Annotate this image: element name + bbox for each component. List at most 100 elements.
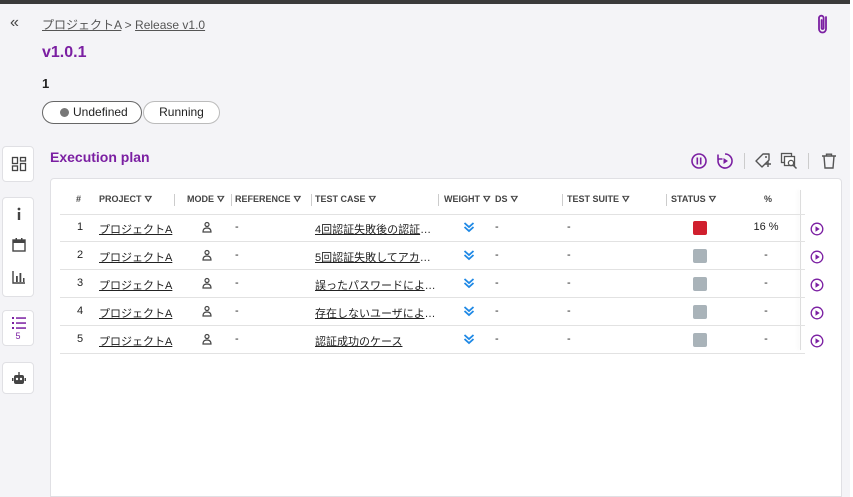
status-indicator [693,305,707,319]
row-ds: - [495,277,499,289]
manual-mode-icon [201,249,213,261]
calendar-icon[interactable] [11,237,27,253]
manual-mode-icon [201,277,213,289]
paperclip-icon[interactable] [813,12,833,36]
col-header-test-case[interactable]: TEST CASE ⛛ [315,194,376,205]
row-divider [60,297,805,298]
row-test-case-link[interactable]: 誤ったパスワードによる認証失敗のケース [315,277,441,293]
weight-low-icon [463,305,475,317]
col-header-project[interactable]: PROJECT ⛛ [99,194,152,205]
side-group-details [2,197,34,297]
row-divider [60,241,805,242]
run-icon[interactable] [810,306,824,320]
column-divider [438,194,439,206]
row-reference: - [235,221,239,233]
run-icon[interactable] [810,334,824,348]
dashboard-icon[interactable] [11,156,27,172]
weight-low-icon [463,221,475,233]
trash-icon[interactable] [820,152,838,170]
chip-label: Undefined [73,105,128,119]
col-header-test-suite[interactable]: TEST SUITE ⛛ [567,194,630,205]
row-number: 1 [77,221,84,233]
row-test-case-link[interactable]: 5回認証失敗してアカウントがロックされるケース [315,249,441,265]
row-test-case-link[interactable]: 存在しないユーザによる認証失敗のケース [315,305,441,321]
filter-icon[interactable]: ⛛ [511,194,519,205]
side-group-bot [2,362,34,394]
row-divider [60,325,805,326]
row-number: 3 [77,277,84,289]
weight-low-icon [463,277,475,289]
row-project-link[interactable]: プロジェクトA [99,249,172,265]
row-ds: - [495,305,499,317]
header-divider [60,214,805,215]
run-icon[interactable] [810,250,824,264]
col-header-ds[interactable]: DS ⛛ [495,194,518,205]
chip-label: Running [159,105,204,119]
bar-chart-icon[interactable] [11,269,27,285]
filter-icon[interactable]: ⛛ [483,194,491,205]
collapse-sidebar-icon[interactable]: « [10,15,19,31]
row-test-case-link[interactable]: 4回認証失敗後の認証成功のケース [315,221,441,237]
row-progress-percent: 16 % [753,221,779,233]
filter-icon[interactable]: ⛛ [294,194,302,205]
filter-icon[interactable]: ⛛ [369,194,377,205]
info-icon[interactable] [11,206,27,222]
column-divider [174,194,175,206]
replay-icon[interactable] [716,152,734,170]
col-header-mode[interactable]: MODE ⛛ [187,194,225,205]
manual-mode-icon [201,221,213,233]
row-number: 4 [77,305,84,317]
row-number: 5 [77,333,84,345]
breadcrumb-release-link[interactable]: Release v1.0 [135,18,205,32]
side-item-execution-plan[interactable]: 5 [2,310,34,346]
row-project-link[interactable]: プロジェクトA [99,333,172,349]
col-header-label: TEST CASE [315,194,366,204]
col-header-weight[interactable]: WEIGHT ⛛ [444,194,491,205]
filter-icon[interactable]: ⛛ [709,194,717,205]
manual-mode-icon [201,333,213,345]
row-divider [60,269,805,270]
filter-icon[interactable]: ⛛ [622,194,630,205]
pause-icon[interactable] [690,152,708,170]
row-test-suite: - [567,277,571,289]
status-chip-undefined[interactable]: Undefined [42,101,142,124]
filter-icon[interactable]: ⛛ [217,194,225,205]
status-dot-icon [60,108,69,117]
row-ds: - [495,249,499,261]
col-header-label: WEIGHT [444,194,480,204]
copy-search-icon[interactable] [780,152,798,170]
row-number: 2 [77,249,84,261]
col-header-number: # [76,194,82,204]
row-project-link[interactable]: プロジェクトA [99,277,172,293]
column-divider [311,194,312,206]
run-icon[interactable] [810,222,824,236]
side-group-dashboard [2,146,34,182]
row-project-link[interactable]: プロジェクトA [99,305,172,321]
col-header-label: PROJECT [99,194,142,204]
row-project-link[interactable]: プロジェクトA [99,221,172,237]
col-header-percent: % [764,194,773,204]
filter-icon[interactable]: ⛛ [145,194,153,205]
row-ds: - [495,333,499,345]
row-progress-percent: - [764,305,768,317]
col-header-label: DS [495,194,508,204]
row-test-suite: - [567,221,571,233]
col-header-label: MODE [187,194,214,204]
weight-low-icon [463,333,475,345]
status-chip-running[interactable]: Running [143,101,220,124]
page-title: v1.0.1 [42,44,87,61]
col-header-label: REFERENCE [235,194,291,204]
status-indicator [693,277,707,291]
section-title: Execution plan [50,149,150,165]
col-header-reference[interactable]: REFERENCE ⛛ [235,194,301,205]
column-divider [666,194,667,206]
breadcrumb-separator: > [121,18,136,32]
row-test-case-link[interactable]: 認証成功のケース [315,333,441,349]
row-reference: - [235,249,239,261]
breadcrumb-project-link[interactable]: プロジェクトA [42,18,121,32]
add-tag-icon[interactable] [754,152,772,170]
breadcrumb: プロジェクトA > Release v1.0 [42,16,205,33]
robot-icon[interactable] [11,371,27,387]
col-header-status[interactable]: STATUS ⛛ [671,194,716,205]
run-icon[interactable] [810,278,824,292]
